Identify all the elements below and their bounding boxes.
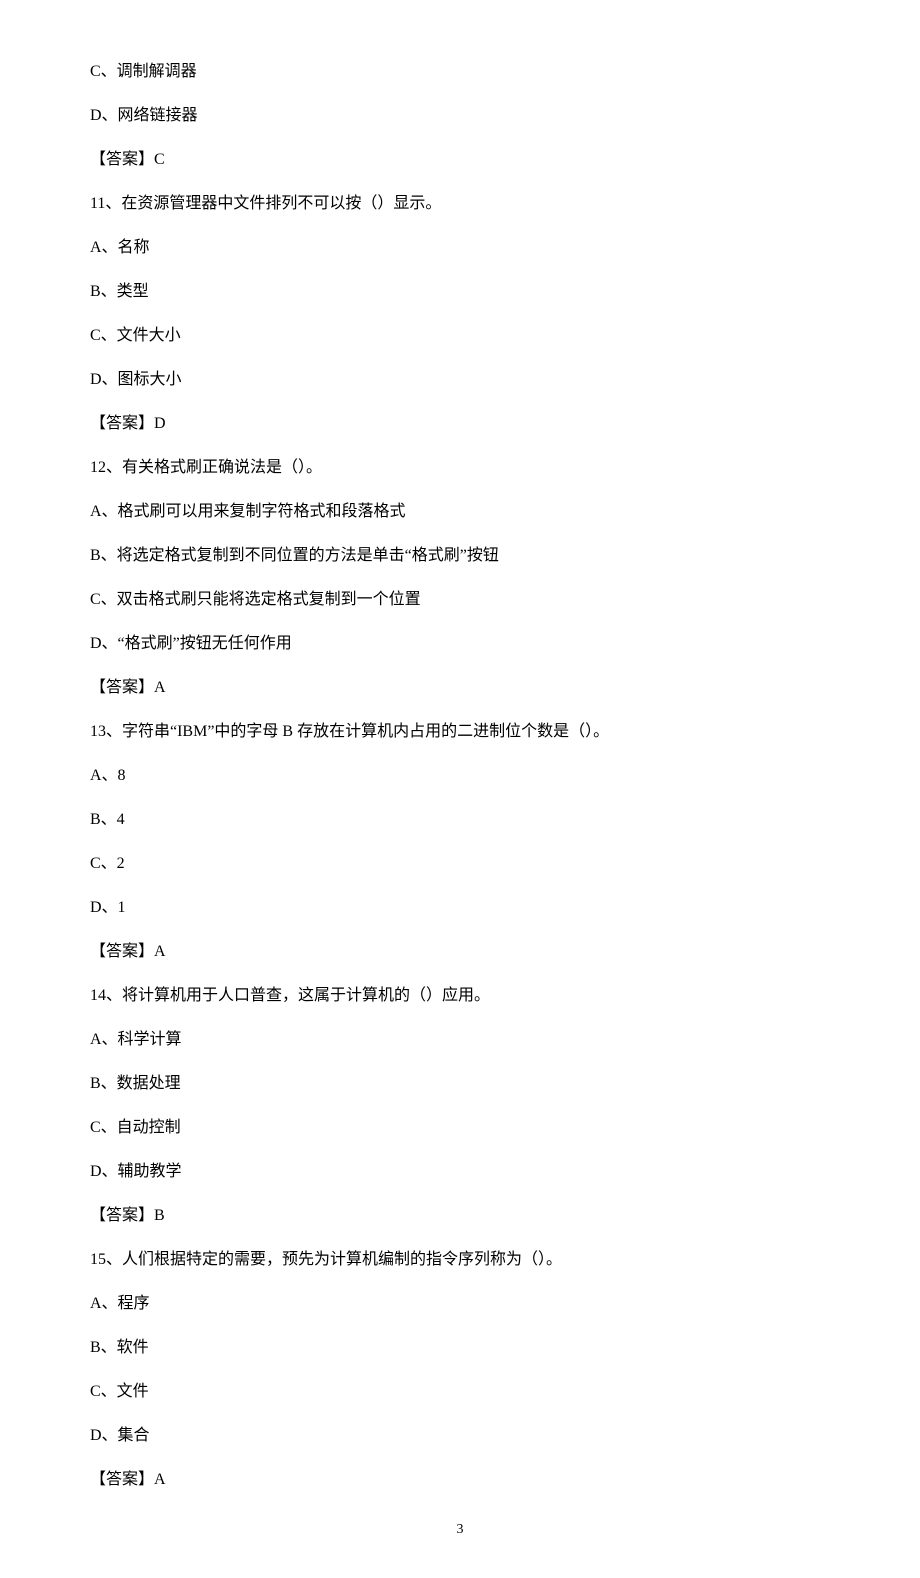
q14-option-d: D、辅助教学 bbox=[90, 1160, 830, 1184]
q14-stem: 14、将计算机用于人口普查，这属于计算机的（）应用。 bbox=[90, 984, 830, 1008]
q11-answer: 【答案】D bbox=[90, 412, 830, 436]
document-page: C、调制解调器 D、网络链接器 【答案】C 11、在资源管理器中文件排列不可以按… bbox=[0, 0, 920, 1578]
q14-answer: 【答案】B bbox=[90, 1204, 830, 1228]
q12-option-b: B、将选定格式复制到不同位置的方法是单击“格式刷”按钮 bbox=[90, 544, 830, 568]
q10-option-d: D、网络链接器 bbox=[90, 104, 830, 128]
q13-option-b: B、4 bbox=[90, 808, 830, 832]
q11-option-c: C、文件大小 bbox=[90, 324, 830, 348]
q13-answer: 【答案】A bbox=[90, 940, 830, 964]
q12-option-c: C、双击格式刷只能将选定格式复制到一个位置 bbox=[90, 588, 830, 612]
q14-option-a: A、科学计算 bbox=[90, 1028, 830, 1052]
page-number: 3 bbox=[90, 1522, 830, 1538]
q10-option-c: C、调制解调器 bbox=[90, 60, 830, 84]
q13-option-c: C、2 bbox=[90, 852, 830, 876]
q14-option-c: C、自动控制 bbox=[90, 1116, 830, 1140]
q12-answer: 【答案】A bbox=[90, 676, 830, 700]
q15-stem: 15、人们根据特定的需要，预先为计算机编制的指令序列称为（）。 bbox=[90, 1248, 830, 1272]
q13-stem: 13、字符串“IBM”中的字母 B 存放在计算机内占用的二进制位个数是（）。 bbox=[90, 720, 830, 744]
q11-stem: 11、在资源管理器中文件排列不可以按（）显示。 bbox=[90, 192, 830, 216]
q11-option-b: B、类型 bbox=[90, 280, 830, 304]
q13-option-d: D、1 bbox=[90, 896, 830, 920]
q12-stem: 12、有关格式刷正确说法是（）。 bbox=[90, 456, 830, 480]
q15-option-c: C、文件 bbox=[90, 1380, 830, 1404]
q11-option-d: D、图标大小 bbox=[90, 368, 830, 392]
q12-option-a: A、格式刷可以用来复制字符格式和段落格式 bbox=[90, 500, 830, 524]
q12-option-d: D、“格式刷”按钮无任何作用 bbox=[90, 632, 830, 656]
q14-option-b: B、数据处理 bbox=[90, 1072, 830, 1096]
q15-answer: 【答案】A bbox=[90, 1468, 830, 1492]
q15-option-d: D、集合 bbox=[90, 1424, 830, 1448]
q15-option-a: A、程序 bbox=[90, 1292, 830, 1316]
q13-option-a: A、8 bbox=[90, 764, 830, 788]
q10-answer: 【答案】C bbox=[90, 148, 830, 172]
q15-option-b: B、软件 bbox=[90, 1336, 830, 1360]
q11-option-a: A、名称 bbox=[90, 236, 830, 260]
